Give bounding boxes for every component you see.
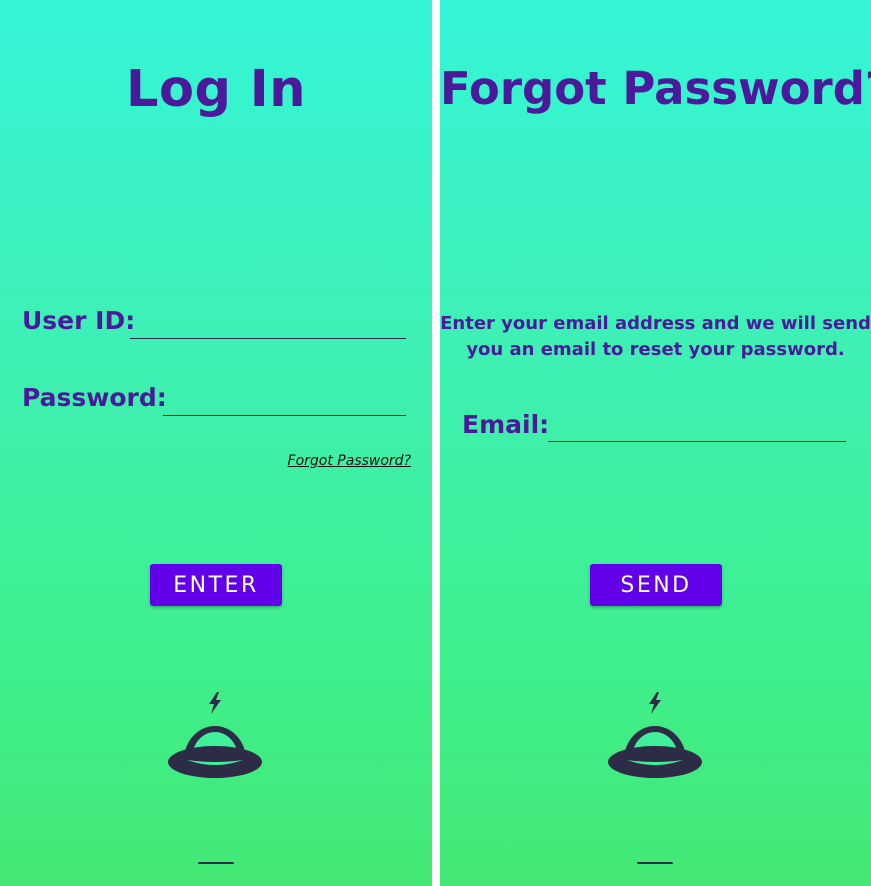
password-input[interactable] [165, 389, 405, 415]
forgot-password-screen: Forgot Password? Enter your email addres… [440, 0, 871, 886]
service-bell-icon [608, 692, 702, 778]
email-input[interactable] [550, 415, 844, 441]
home-indicator[interactable] [198, 862, 234, 864]
forgot-password-link[interactable]: Forgot Password? [288, 453, 411, 469]
password-label: Password: [22, 383, 167, 412]
send-button[interactable]: SEND [590, 564, 722, 606]
email-label: Email: [462, 410, 550, 439]
service-bell-icon [168, 692, 262, 778]
login-screen: Log In User ID: Password: Forgot Passwor… [0, 0, 432, 886]
enter-button[interactable]: ENTER [150, 564, 282, 606]
stage: Log In User ID: Password: Forgot Passwor… [0, 0, 871, 886]
login-title: Log In [125, 60, 307, 119]
password-underline [163, 415, 406, 416]
user-id-input[interactable] [132, 312, 404, 338]
email-underline [548, 441, 846, 442]
home-indicator[interactable] [637, 862, 673, 864]
user-id-underline [130, 338, 406, 339]
user-id-label: User ID: [22, 306, 136, 335]
forgot-password-title: Forgot Password? [440, 62, 871, 115]
instructions-line-1: Enter your email address and we will sen… [440, 313, 871, 334]
instructions-line-2: you an email to reset your password. [466, 339, 845, 360]
